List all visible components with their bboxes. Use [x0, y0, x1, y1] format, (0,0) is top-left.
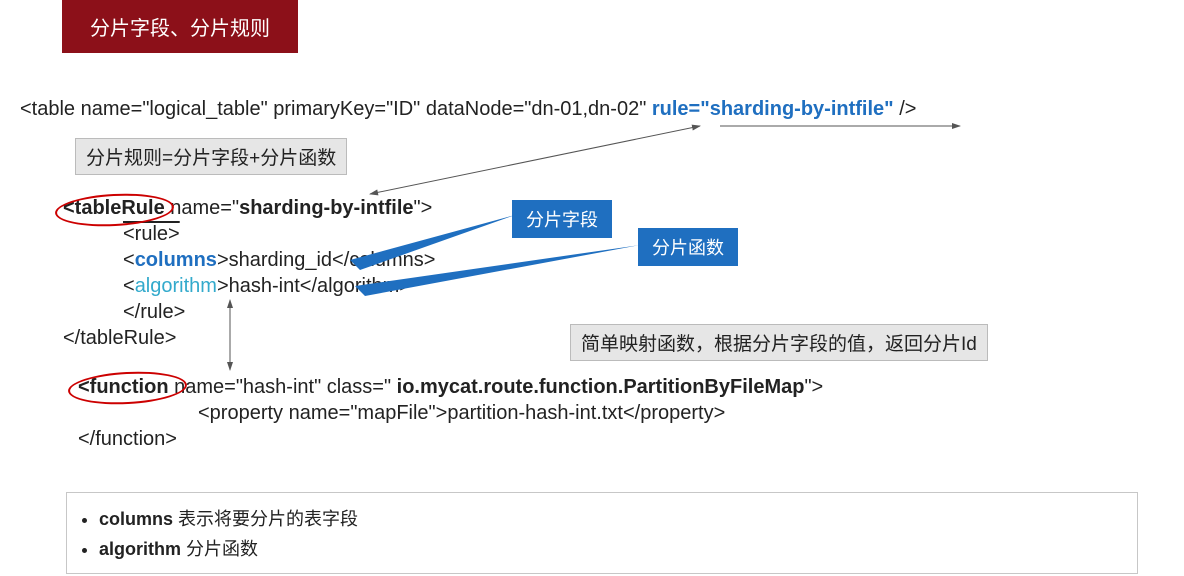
formula-box: 分片规则=分片字段+分片函数: [75, 138, 347, 175]
algorithm-tag: algorithm: [135, 275, 217, 297]
notes-list: columns 表示将要分片的表字段 algorithm 分片函数: [67, 505, 1137, 561]
function-block: <function name="hash-int" class=" io.myc…: [78, 374, 823, 452]
fn-line1: <function name="hash-int" class=" io.myc…: [78, 374, 823, 400]
fn-class: io.mycat.route.function.PartitionByFileM…: [391, 376, 804, 398]
note2-key: algorithm: [99, 539, 181, 559]
rule-attr: rule="sharding-by-intfile": [652, 98, 894, 120]
tr-rule-close: </rule>: [63, 299, 435, 325]
desc-text: 简单映射函数，根据分片字段的值，返回分片Id: [581, 334, 977, 355]
table-prefix: <table name="logical_table" primaryKey="…: [20, 98, 652, 120]
label-shard-func: 分片函数: [638, 228, 738, 266]
label-shard-field: 分片字段: [512, 200, 612, 238]
fn-open2: name="hash-int" class=": [174, 376, 391, 398]
label-field-text: 分片字段: [526, 210, 598, 230]
note-2: algorithm 分片函数: [99, 535, 1137, 561]
fn-open3: ">: [804, 376, 823, 398]
fn-prop: <property name="mapFile">partition-hash-…: [78, 400, 823, 426]
table-suffix: />: [894, 98, 917, 120]
title-text: 分片字段、分片规则: [90, 18, 270, 40]
table-config-line: <table name="logical_table" primaryKey="…: [20, 98, 916, 121]
columns-tag: columns: [135, 249, 217, 271]
notes-box: columns 表示将要分片的表字段 algorithm 分片函数: [66, 492, 1138, 574]
note1-key: columns: [99, 509, 173, 529]
note-1: columns 表示将要分片的表字段: [99, 505, 1137, 531]
fn-close: </function>: [78, 426, 823, 452]
title-box: 分片字段、分片规则: [62, 0, 298, 53]
arrow-rule-diag: [370, 126, 700, 194]
col-gt: >: [217, 249, 229, 271]
col-lt: <: [123, 249, 135, 271]
tr-close: </tableRule>: [63, 325, 435, 351]
col-close: </columns>: [332, 249, 435, 271]
tr-open2: name=": [165, 197, 239, 219]
tr-name: sharding-by-intfile: [239, 197, 413, 219]
alg-close: </algorithm>: [300, 275, 411, 297]
label-func-text: 分片函数: [652, 238, 724, 258]
desc-box: 简单映射函数，根据分片字段的值，返回分片Id: [570, 324, 988, 361]
tr-columns-line: <columns>sharding_id</columns>: [63, 247, 435, 273]
alg-gt: >: [217, 275, 229, 297]
alg-lt: <: [123, 275, 135, 297]
tr-algo-line: <algorithm>hash-int</algorithm>: [63, 273, 435, 299]
note2-rest: 分片函数: [181, 539, 258, 559]
tr-open3: ">: [414, 197, 433, 219]
note1-rest: 表示将要分片的表字段: [173, 509, 358, 529]
formula-text: 分片规则=分片字段+分片函数: [86, 148, 336, 169]
alg-val: hash-int: [229, 275, 300, 297]
col-val: sharding_id: [229, 249, 332, 271]
